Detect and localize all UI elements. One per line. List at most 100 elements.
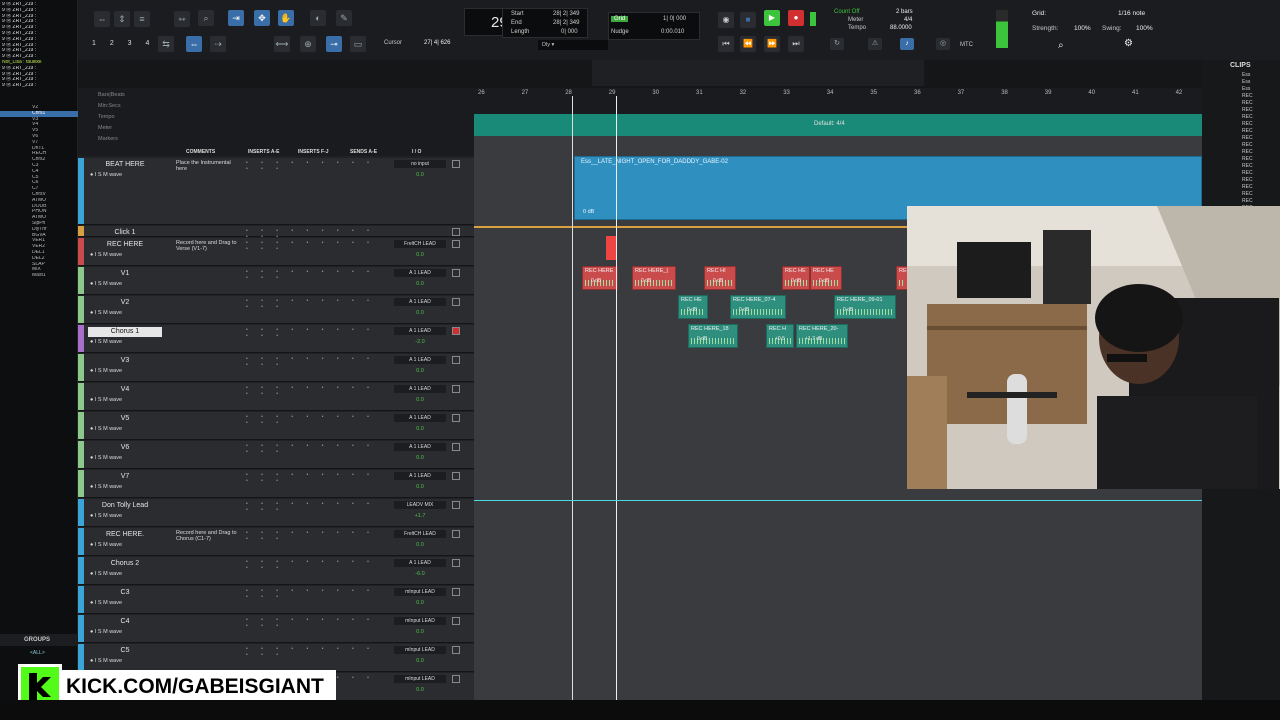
- track-name[interactable]: V7: [88, 472, 162, 482]
- track-header[interactable]: V7 ● I S M wave • • • • • • • • • • • • A 1…: [78, 470, 474, 498]
- track-io[interactable]: mInput LEAD: [394, 646, 446, 654]
- track-rec-icon[interactable]: [452, 472, 460, 480]
- clip-list-item[interactable]: REC: [1206, 149, 1276, 156]
- track-name[interactable]: REC HERE.: [88, 530, 162, 540]
- track-io[interactable]: FreltCH LEAD: [394, 530, 446, 538]
- insert-slots[interactable]: • • • • • • • • • • • •: [246, 240, 386, 252]
- track-controls[interactable]: ● I S M wave: [90, 484, 122, 490]
- insert-slots[interactable]: • • • • • • • • • • • •: [246, 443, 386, 455]
- gear-icon[interactable]: ⚙: [1124, 38, 1133, 49]
- track-name[interactable]: Chorus 1: [88, 327, 162, 337]
- track-rec-icon[interactable]: [452, 385, 460, 393]
- midi-merge-icon[interactable]: ♪: [900, 38, 914, 50]
- clip-list-item[interactable]: REC: [1206, 142, 1276, 149]
- tab-to-transient-icon[interactable]: ⊸: [326, 36, 342, 52]
- track-name[interactable]: V6: [88, 443, 162, 453]
- shuffle-icon[interactable]: ⇆: [158, 36, 174, 52]
- track-volume[interactable]: 0.0: [394, 425, 446, 433]
- track-io[interactable]: mInput LEAD: [394, 588, 446, 596]
- track-rec-icon[interactable]: [452, 559, 460, 567]
- audio-clip[interactable]: REC HERE_18 0 dB: [688, 324, 738, 348]
- track-name[interactable]: C5: [88, 646, 162, 656]
- track-header[interactable]: Chorus 1 ● I S M wave • • • • • • • • • • …: [78, 325, 474, 353]
- track-name[interactable]: Don Tolly Lead: [88, 501, 162, 511]
- clip-list-item[interactable]: REC: [1206, 114, 1276, 121]
- track-header[interactable]: Chorus 2 ● I S M wave • • • • • • • • • • …: [78, 557, 474, 585]
- track-volume[interactable]: -2.0: [394, 338, 446, 346]
- track-name[interactable]: C4: [88, 617, 162, 627]
- rewind-button[interactable]: ⏪: [740, 36, 756, 52]
- insert-slots[interactable]: • • • • • • • • • • • •: [246, 356, 386, 368]
- clip-list-item[interactable]: Ess: [1206, 72, 1276, 79]
- clip-list-item[interactable]: REC: [1206, 121, 1276, 128]
- insert-slots[interactable]: • • • • • • • • • • • •: [246, 646, 386, 658]
- fast-forward-button[interactable]: ⏩: [764, 36, 780, 52]
- swing-value[interactable]: 100%: [1136, 25, 1153, 32]
- track-rec-icon[interactable]: [452, 646, 460, 654]
- clip-list-item[interactable]: REC: [1206, 191, 1276, 198]
- scrubber-tool-icon[interactable]: ◐: [310, 10, 326, 26]
- track-header[interactable]: Don Tolly Lead ● I S M wave • • • • • • • …: [78, 499, 474, 527]
- track-name[interactable]: REC HERE: [88, 240, 162, 250]
- track-header[interactable]: REC HERE ● I S M wave Record here and Drag…: [78, 238, 474, 266]
- clip-list-item[interactable]: Ess: [1206, 86, 1276, 93]
- track-controls[interactable]: ● I S M wave: [90, 629, 122, 635]
- track-rec-icon[interactable]: [452, 501, 460, 509]
- track-header[interactable]: C4 ● I S M wave • • • • • • • • • • • • mIn…: [78, 615, 474, 643]
- track-io[interactable]: LEADV MIX: [394, 501, 446, 509]
- track-rec-icon[interactable]: [452, 228, 460, 236]
- link-icon[interactable]: ⟷: [274, 36, 290, 52]
- track-io[interactable]: no input: [394, 160, 446, 168]
- insert-slots[interactable]: • • • • • • • • • • • •: [246, 501, 386, 513]
- magnifier-tool-icon[interactable]: ⌕: [198, 10, 214, 26]
- track-name[interactable]: Click 1: [88, 228, 162, 238]
- track-controls[interactable]: ● I S M wave: [90, 281, 122, 287]
- tab-icon[interactable]: ⊕: [300, 36, 316, 52]
- track-name[interactable]: V5: [88, 414, 162, 424]
- count-off-label[interactable]: Count Off: [834, 9, 860, 15]
- track-io[interactable]: A 1 LEAD: [394, 327, 446, 335]
- track-header[interactable]: Click 1 • • • • • • • • • • • •: [78, 226, 474, 240]
- track-comment[interactable]: Record here and Drag to Verse (V1-7): [176, 240, 242, 252]
- metronome-icon[interactable]: ⚠: [868, 38, 882, 50]
- track-name[interactable]: V1: [88, 269, 162, 279]
- track-rec-icon[interactable]: [452, 160, 460, 168]
- track-header[interactable]: V4 ● I S M wave • • • • • • • • • • • • A 1…: [78, 383, 474, 411]
- groups-all[interactable]: <ALL>: [30, 650, 45, 656]
- track-controls[interactable]: ● I S M wave: [90, 172, 122, 178]
- playlist-dropdown[interactable]: Dly ▾: [538, 40, 608, 50]
- go-to-end-button[interactable]: ⏭: [788, 36, 804, 52]
- selection-fields[interactable]: Start 28| 2| 349 End 28| 2| 349 Length 0…: [502, 8, 588, 38]
- grabber-tool-icon[interactable]: ✥: [254, 10, 270, 26]
- track-io[interactable]: A 1 LEAD: [394, 472, 446, 480]
- track-header[interactable]: REC HERE. ● I S M wave Record here and Dra…: [78, 528, 474, 556]
- zoom-out-icon[interactable]: ⇕: [114, 11, 130, 27]
- clip-list-item[interactable]: REC: [1206, 177, 1276, 184]
- track-volume[interactable]: +1.7: [394, 512, 446, 520]
- audio-clip[interactable]: REC HI 0 dB: [704, 266, 736, 290]
- track-rec-icon[interactable]: [452, 240, 460, 248]
- track-rec-icon[interactable]: [452, 443, 460, 451]
- track-rec-icon[interactable]: [452, 530, 460, 538]
- track-controls[interactable]: ● I S M wave: [90, 339, 122, 345]
- track-comment[interactable]: Record here and Drag to Chorus (C1-7): [176, 530, 242, 542]
- track-header[interactable]: V1 ● I S M wave • • • • • • • • • • • • A 1…: [78, 267, 474, 295]
- track-controls[interactable]: ● I S M wave: [90, 513, 122, 519]
- track-io[interactable]: A 1 LEAD: [394, 269, 446, 277]
- track-controls[interactable]: ● I S M wave: [90, 252, 122, 258]
- track-volume[interactable]: 0.0: [394, 367, 446, 375]
- play-button[interactable]: ▶: [764, 10, 780, 26]
- track-volume[interactable]: 0.0: [394, 657, 446, 665]
- record-button[interactable]: ●: [788, 10, 804, 26]
- track-header[interactable]: V2 ● I S M wave • • • • • • • • • • • • A 1…: [78, 296, 474, 324]
- insert-slots[interactable]: • • • • • • • • • • • •: [246, 414, 386, 426]
- track-volume[interactable]: 0.0: [394, 171, 446, 179]
- clip-list-item[interactable]: REC: [1206, 156, 1276, 163]
- track-controls[interactable]: ● I S M wave: [90, 310, 122, 316]
- insert-slots[interactable]: • • • • • • • • • • • •: [246, 385, 386, 397]
- clip-list-item[interactable]: REC: [1206, 128, 1276, 135]
- track-volume[interactable]: 0.0: [394, 251, 446, 259]
- track-rec-icon[interactable]: [452, 269, 460, 277]
- track-volume[interactable]: 0.0: [394, 454, 446, 462]
- track-list-rows[interactable]: V2 Chrs1 V3 V4 V5 V6 V7 DnTL RECH Chrs2 C3 C4 C5 C6 C7…: [0, 105, 78, 279]
